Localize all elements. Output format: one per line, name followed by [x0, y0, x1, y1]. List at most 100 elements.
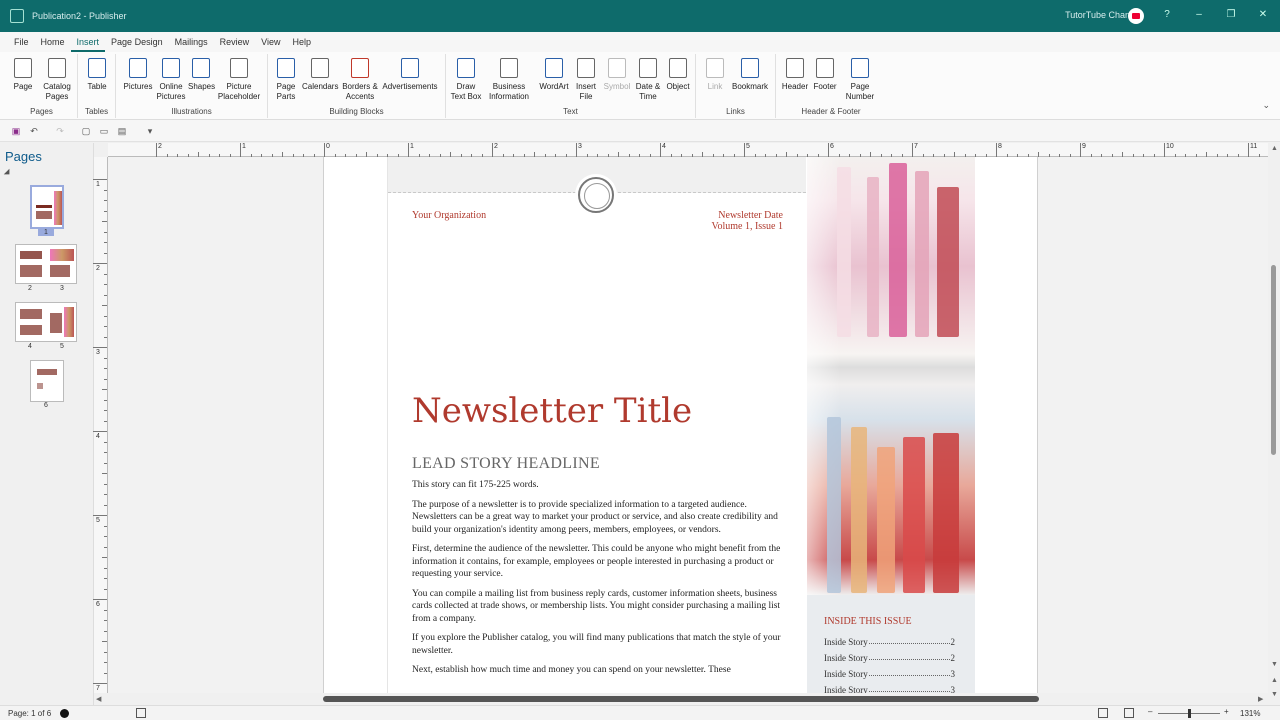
borders-accents-button[interactable]: Borders & Accents: [340, 58, 380, 102]
date-time-button[interactable]: Date & Time: [632, 58, 664, 102]
header-button[interactable]: Header: [780, 58, 810, 92]
business-information-button[interactable]: Business Information: [484, 58, 534, 102]
date-time-icon: [639, 58, 657, 78]
horizontal-scrollbar[interactable]: ◀ ▶: [94, 693, 1268, 705]
zoom-out-icon[interactable]: –: [1148, 707, 1152, 716]
zoom-level[interactable]: 131%: [1240, 709, 1260, 718]
zoom-in-icon[interactable]: +: [1224, 707, 1229, 716]
next-page-icon[interactable]: ▼: [1271, 691, 1278, 698]
ruler-number: 3: [96, 349, 100, 356]
thumb-text-block: [20, 251, 42, 259]
tab-mailings[interactable]: Mailings: [169, 32, 214, 52]
ruler-tick: [104, 662, 107, 663]
inside-story-entry: Inside Story 3: [824, 685, 955, 693]
lead-story-headline[interactable]: LEAD STORY HEADLINE: [412, 455, 600, 473]
collapse-pages-icon[interactable]: [3, 168, 13, 178]
scroll-up-icon[interactable]: ▲: [1271, 145, 1278, 152]
logo-placeholder[interactable]: [578, 177, 614, 213]
table-button[interactable]: Table: [84, 58, 110, 92]
ruler-tick: [104, 368, 107, 369]
single-page-view-icon[interactable]: [1098, 708, 1108, 718]
customize-qat-icon[interactable]: ▾: [144, 125, 156, 137]
horizontal-scroll-thumb[interactable]: [323, 696, 1039, 702]
organization-name[interactable]: Your Organization: [412, 210, 486, 221]
ruler-tick: [104, 410, 107, 411]
ruler-number: 3: [578, 143, 582, 150]
page-parts-button[interactable]: Page Parts: [272, 58, 300, 102]
record-macro-icon[interactable]: [60, 709, 69, 718]
redo-icon[interactable]: ↷: [54, 125, 66, 137]
shapes-button[interactable]: Shapes: [188, 58, 215, 92]
tab-view[interactable]: View: [255, 32, 286, 52]
newsletter-title[interactable]: Newsletter Title: [412, 391, 692, 431]
format-painter-icon[interactable]: [120, 125, 132, 137]
ruler-tick: [104, 315, 107, 317]
group-text: Draw Text Box Business Information WordA…: [446, 54, 696, 118]
online-pictures-button[interactable]: Online Pictures: [156, 58, 186, 102]
page-icon: [14, 58, 32, 78]
calendars-button[interactable]: Calendars: [302, 58, 338, 92]
help-icon[interactable]: ?: [1160, 9, 1174, 23]
save-icon[interactable]: ▣: [10, 125, 22, 137]
page-number-button[interactable]: Page Number: [840, 58, 880, 102]
scroll-down-icon[interactable]: ▼: [1271, 661, 1278, 668]
tab-home[interactable]: Home: [35, 32, 71, 52]
tab-file[interactable]: File: [8, 32, 35, 52]
insert-file-icon: [577, 58, 595, 78]
lead-story-body[interactable]: This story can fit 175-225 words. The pu…: [412, 479, 782, 684]
photo-book: [851, 427, 867, 593]
draw-text-box-button[interactable]: Draw Text Box: [450, 58, 482, 102]
ruler-tick: [408, 143, 409, 157]
insert-file-button[interactable]: Insert File: [572, 58, 600, 102]
page-thumbnail-6[interactable]: [30, 360, 64, 402]
bookshelf-photo[interactable]: [807, 157, 975, 595]
catalog-pages-button[interactable]: Catalog Pages: [40, 58, 74, 102]
bookmark-button[interactable]: Bookmark: [730, 58, 770, 92]
ruler-tick: [828, 143, 829, 157]
volume-issue: Volume 1, Issue 1: [711, 221, 783, 232]
close-icon[interactable]: ✕: [1256, 9, 1270, 23]
horizontal-ruler[interactable]: 2 1 0 1 2 3 4 5 6 7 8 9 10 11: [108, 143, 1268, 157]
previous-page-icon[interactable]: ▲: [1271, 677, 1278, 684]
open-folder-icon[interactable]: ▭: [98, 125, 110, 137]
document-canvas[interactable]: Your Organization Newsletter Date Volume…: [108, 157, 1268, 693]
tab-help[interactable]: Help: [286, 32, 317, 52]
page-button[interactable]: Page: [12, 58, 34, 92]
group-label-pages: Pages: [30, 107, 53, 116]
advertisements-button[interactable]: Advertisements: [382, 58, 438, 92]
page-number-status[interactable]: Page: 1 of 6: [8, 709, 51, 718]
scroll-right-icon[interactable]: ▶: [1258, 695, 1263, 703]
account-avatar[interactable]: [1128, 8, 1144, 24]
object-button[interactable]: Object: [664, 58, 692, 92]
vertical-ruler[interactable]: 1 2 3 4 5 6 7: [93, 157, 108, 693]
minimize-icon[interactable]: –: [1192, 9, 1206, 23]
page-thumbnail-4-5[interactable]: [15, 302, 77, 342]
ruler-tick: [1080, 143, 1081, 157]
tab-insert[interactable]: Insert: [70, 32, 106, 52]
collapse-ribbon-icon[interactable]: ⌄: [1262, 100, 1270, 111]
picture-placeholder-button[interactable]: Picture Placeholder: [216, 58, 262, 102]
symbol-button[interactable]: Symbol: [602, 58, 632, 92]
page-thumbnail-1[interactable]: [30, 185, 64, 229]
tab-page-design[interactable]: Page Design: [105, 32, 169, 52]
footer-button[interactable]: Footer: [810, 58, 840, 92]
tab-review[interactable]: Review: [214, 32, 256, 52]
new-file-icon[interactable]: ▢: [80, 125, 92, 137]
status-bar: Page: 1 of 6 – + 131%: [0, 705, 1280, 720]
two-page-spread-icon[interactable]: [1124, 708, 1134, 718]
restore-icon[interactable]: ❐: [1224, 9, 1238, 23]
picture-placeholder-icon: [230, 58, 248, 78]
link-button[interactable]: Link: [702, 58, 728, 92]
ruler-tick: [156, 143, 157, 157]
inside-story-entry: Inside Story 2: [824, 637, 955, 647]
vertical-scrollbar[interactable]: ▲ ▼ ▲ ▼: [1268, 143, 1280, 705]
undo-icon[interactable]: ↶: [28, 125, 40, 137]
scroll-left-icon[interactable]: ◀: [96, 695, 101, 703]
newsletter-date-box[interactable]: Newsletter Date Volume 1, Issue 1: [668, 210, 783, 232]
wordart-button[interactable]: WordArt: [536, 58, 572, 92]
zoom-slider-knob[interactable]: [1188, 709, 1191, 718]
page-thumbnail-2-3[interactable]: [15, 244, 77, 284]
pictures-button[interactable]: Pictures: [122, 58, 154, 92]
ruler-tick: [102, 305, 107, 306]
vertical-scroll-thumb[interactable]: [1271, 265, 1276, 455]
